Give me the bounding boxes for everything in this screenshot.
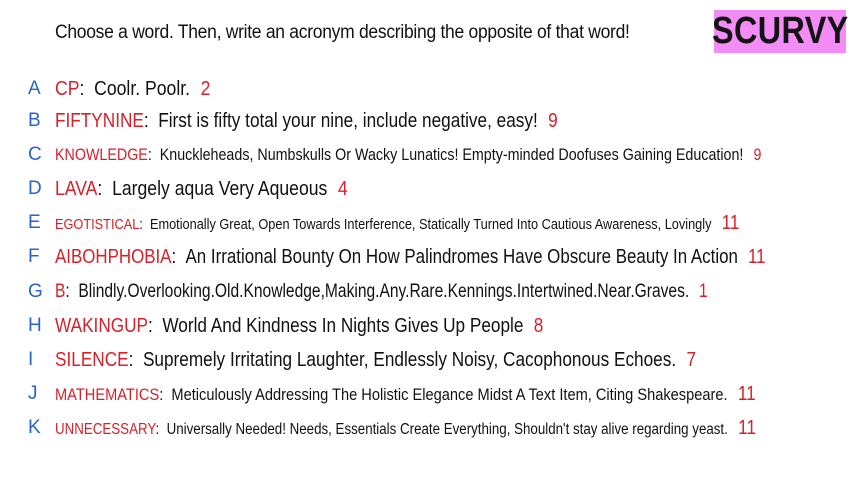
row-acronym: Largely aqua Very Aqueous	[112, 177, 328, 200]
row-letter: G	[28, 281, 43, 302]
row-letter: D	[28, 178, 42, 199]
list-item: G B: Blindly.Overlooking.Old.Knowledge,M…	[28, 277, 853, 307]
row-letter: K	[28, 417, 41, 438]
list-item: C KNOWLEDGE: Knuckleheads, Numbskulls Or…	[28, 140, 853, 170]
row-letter: J	[28, 383, 38, 404]
row-score: 7	[686, 348, 697, 371]
acronym-list: A CP: Coolr. Poolr. 2 B FIFTYNINE: First …	[0, 0, 853, 480]
row-acronym: Coolr. Poolr.	[94, 77, 191, 100]
row-letter: B	[28, 110, 41, 131]
row-line: AIBOHPHOBIA: An Irrational Bounty On How…	[55, 245, 766, 268]
row-word: MATHEMATICS	[55, 384, 160, 404]
row-score: 2	[200, 77, 211, 100]
row-word: FIFTYNINE	[55, 109, 144, 132]
row-score: 8	[533, 314, 544, 337]
row-score: 9	[548, 109, 558, 132]
row-score: 4	[337, 177, 348, 200]
row-acronym: Emotionally Great, Open Towards Interfer…	[149, 215, 712, 233]
row-line: FIFTYNINE: First is fifty total your nin…	[55, 109, 558, 132]
list-item: I SILENCE: Supremely Irritating Laughter…	[28, 345, 853, 375]
row-score: 11	[738, 416, 757, 439]
row-line: B: Blindly.Overlooking.Old.Knowledge,Mak…	[55, 281, 708, 302]
list-item: E EGOTISTICAL: Emotionally Great, Open T…	[28, 208, 853, 238]
row-line: SILENCE: Supremely Irritating Laughter, …	[55, 348, 697, 371]
row-letter: A	[28, 78, 41, 99]
row-acronym: Meticulously Addressing The Holistic Ele…	[171, 384, 728, 404]
row-score: 11	[748, 245, 766, 268]
list-item: J MATHEMATICS: Meticulously Addressing T…	[28, 379, 853, 409]
row-letter: C	[28, 144, 42, 165]
list-item: F AIBOHPHOBIA: An Irrational Bounty On H…	[28, 242, 853, 272]
row-acronym: Supremely Irritating Laughter, Endlessly…	[142, 348, 677, 371]
row-acronym: Knuckleheads, Numbskulls Or Wacky Lunati…	[159, 145, 744, 164]
row-line: WAKINGUP: World And Kindness In Nights G…	[55, 314, 544, 337]
row-line: MATHEMATICS: Meticulously Addressing The…	[55, 382, 756, 405]
row-word: AIBOHPHOBIA	[55, 245, 172, 268]
row-score: 9	[753, 145, 762, 164]
row-score: 1	[699, 281, 708, 302]
row-line: CP: Coolr. Poolr. 2	[55, 77, 211, 100]
row-line: EGOTISTICAL: Emotionally Great, Open Tow…	[55, 211, 740, 234]
row-acronym: Universally Needed! Needs, Essentials Cr…	[166, 420, 728, 438]
row-score: 11	[721, 211, 740, 234]
row-acronym: Blindly.Overlooking.Old.Knowledge,Making…	[78, 281, 690, 302]
row-word: UNNECESSARY	[55, 420, 156, 438]
row-acronym: First is fifty total your nine, include …	[158, 109, 538, 132]
row-letter: H	[28, 315, 42, 336]
list-item: B FIFTYNINE: First is fifty total your n…	[28, 106, 853, 136]
row-acronym: World And Kindness In Nights Gives Up Pe…	[162, 314, 524, 337]
row-word: SILENCE	[55, 348, 129, 371]
row-score: 11	[737, 382, 756, 405]
row-word: B	[55, 281, 66, 302]
row-acronym: An Irrational Bounty On How Palindromes …	[185, 245, 738, 268]
list-item: A CP: Coolr. Poolr. 2	[28, 74, 853, 104]
row-letter: F	[28, 246, 40, 267]
row-line: LAVA: Largely aqua Very Aqueous 4	[55, 177, 348, 200]
row-line: KNOWLEDGE: Knuckleheads, Numbskulls Or W…	[55, 145, 762, 164]
row-word: EGOTISTICAL	[55, 215, 140, 233]
row-word: CP	[55, 77, 80, 100]
row-word: KNOWLEDGE	[55, 145, 148, 164]
row-letter: I	[28, 349, 34, 370]
row-word: LAVA	[55, 177, 98, 200]
row-line: UNNECESSARY: Universally Needed! Needs, …	[55, 416, 757, 439]
list-item: H WAKINGUP: World And Kindness In Nights…	[28, 311, 853, 341]
list-item: K UNNECESSARY: Universally Needed! Needs…	[28, 413, 853, 443]
row-letter: E	[28, 212, 41, 233]
row-word: WAKINGUP	[55, 314, 149, 337]
list-item: D LAVA: Largely aqua Very Aqueous 4	[28, 174, 853, 204]
